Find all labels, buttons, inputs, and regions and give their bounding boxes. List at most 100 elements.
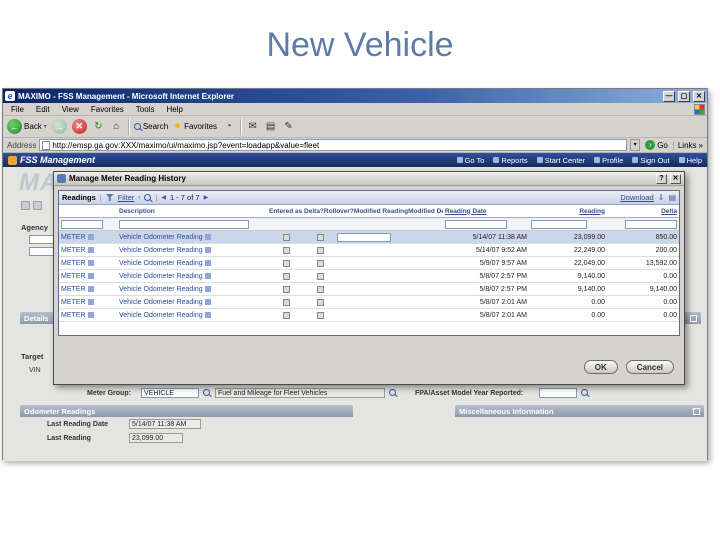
filter-link[interactable]: Filter (118, 193, 135, 202)
entered-as-delta-checkbox[interactable] (282, 233, 290, 241)
maximize-button[interactable]: ▢ (678, 90, 690, 102)
description-link[interactable]: Vehicle Odometer Reading (119, 312, 203, 319)
back-button[interactable]: ← Back ▾ (7, 119, 47, 134)
minimize-button[interactable]: — (663, 90, 675, 102)
search-button[interactable]: Search (133, 122, 168, 131)
rollover-checkbox[interactable] (316, 298, 324, 306)
table-row[interactable]: METER Vehicle Odometer Reading 5/9/07 9:… (59, 257, 679, 270)
agency-field[interactable] (29, 235, 55, 244)
rollover-checkbox[interactable] (316, 246, 324, 254)
description-link[interactable]: Vehicle Odometer Reading (119, 299, 203, 306)
ok-button[interactable]: OK (583, 360, 618, 374)
meter-link[interactable]: METER (61, 260, 86, 267)
address-input[interactable] (52, 140, 625, 150)
agency-field-2[interactable] (29, 247, 55, 256)
meter-link[interactable]: METER (61, 273, 86, 280)
history-button[interactable]: ◔ (222, 120, 235, 133)
reports-link[interactable]: Reports (493, 156, 528, 165)
detail-menu-icon[interactable] (87, 312, 94, 318)
description-filter-input[interactable] (119, 219, 249, 229)
table-row[interactable]: METER Vehicle Odometer Reading 5/8/07 2:… (59, 309, 679, 322)
detail-menu-icon[interactable] (87, 286, 94, 292)
detail-menu-icon[interactable] (87, 247, 94, 253)
rollover-checkbox[interactable] (316, 311, 324, 319)
help-link[interactable]: Help (678, 156, 702, 165)
model-year-lookup-icon[interactable] (581, 389, 588, 396)
collapse-icon[interactable] (693, 407, 700, 415)
print-icon[interactable]: ▤ (668, 193, 676, 202)
rollover-checkbox[interactable] (316, 272, 324, 280)
edit-button[interactable]: ✎ (282, 120, 295, 133)
reading-column-header[interactable]: Reading (529, 208, 607, 215)
modified-reading-input[interactable] (337, 232, 391, 242)
rollover-checkbox[interactable] (316, 233, 324, 241)
reading-filter-input[interactable] (531, 219, 587, 229)
description-link[interactable]: Vehicle Odometer Reading (119, 273, 203, 280)
print-button[interactable]: ▤ (264, 120, 277, 133)
odometer-readings-section-bar[interactable]: Odometer Readings (20, 405, 353, 417)
description-link[interactable]: Vehicle Odometer Reading (119, 247, 203, 254)
detail-menu-icon[interactable] (87, 273, 94, 279)
address-dropdown-icon[interactable]: ▾ (630, 139, 641, 151)
menu-view[interactable]: View (56, 105, 85, 114)
dialog-help-button[interactable]: ? (656, 173, 667, 184)
description-link[interactable]: Vehicle Odometer Reading (119, 234, 203, 241)
menu-favorites[interactable]: Favorites (85, 105, 130, 114)
detail-menu-icon[interactable] (87, 260, 94, 266)
entered-as-delta-checkbox[interactable] (282, 285, 290, 293)
meter-group-field[interactable]: VEHICLE (141, 388, 199, 398)
detail-menu-icon[interactable] (204, 273, 211, 279)
stop-button[interactable]: ✕ (71, 119, 87, 134)
next-page-icon[interactable]: ▶ (204, 194, 209, 201)
menu-tools[interactable]: Tools (130, 105, 161, 114)
start-center-link[interactable]: Start Center (536, 156, 585, 165)
detail-menu-icon[interactable] (204, 260, 211, 266)
menu-file[interactable]: File (5, 105, 30, 114)
previous-page-icon[interactable]: ◀ (161, 194, 166, 201)
signout-link[interactable]: Sign Out (632, 156, 670, 165)
forward-button[interactable]: → (51, 119, 67, 134)
refresh-button[interactable]: ↻ (92, 120, 105, 133)
filter-search-icon[interactable] (144, 194, 152, 201)
meter-link[interactable]: METER (61, 312, 86, 319)
table-row[interactable]: METER Vehicle Odometer Reading 5/8/07 2:… (59, 296, 679, 309)
cancel-button[interactable]: Cancel (625, 360, 674, 374)
links-button[interactable]: Links » (672, 140, 703, 150)
go-button[interactable]: › Go (643, 140, 670, 150)
entered-as-delta-checkbox[interactable] (282, 298, 290, 306)
mail-button[interactable]: ✉ (246, 120, 259, 133)
meter-link[interactable]: METER (61, 286, 86, 293)
collapse-icon[interactable] (690, 314, 697, 322)
filter-funnel-icon[interactable] (105, 194, 114, 201)
close-button[interactable]: ✕ (693, 90, 705, 102)
modified-delta-header[interactable]: Modified Delta (408, 208, 443, 215)
table-row[interactable]: METER Vehicle Odometer Reading 5/14/07 9… (59, 244, 679, 257)
rollover-checkbox[interactable] (316, 285, 324, 293)
description-column-header[interactable]: Description (117, 208, 267, 215)
menu-edit[interactable]: Edit (30, 105, 56, 114)
description-link[interactable]: Vehicle Odometer Reading (119, 286, 203, 293)
table-row[interactable]: METER Vehicle Odometer Reading 5/8/07 2:… (59, 270, 679, 283)
meter-link[interactable]: METER (61, 299, 86, 306)
table-row[interactable]: METER Vehicle Odometer Reading 5/14/07 1… (59, 231, 679, 244)
dialog-close-button[interactable]: ✕ (670, 173, 681, 184)
meter-filter-input[interactable] (61, 219, 103, 229)
rollover-header[interactable]: Rollover? (324, 208, 354, 215)
detail-menu-icon[interactable] (204, 312, 211, 318)
detail-menu-icon[interactable] (204, 234, 211, 240)
delta-filter-input[interactable] (625, 219, 677, 229)
home-button[interactable]: ⌂ (110, 120, 123, 133)
detail-menu-icon[interactable] (204, 247, 211, 253)
toolbar-icon[interactable] (21, 201, 30, 210)
reading-date-column-header[interactable]: Reading Date (443, 208, 529, 215)
detail-menu-icon[interactable] (204, 286, 211, 292)
reading-date-filter-input[interactable] (445, 219, 507, 229)
menu-help[interactable]: Help (160, 105, 188, 114)
meter-link[interactable]: METER (61, 234, 86, 241)
entered-as-delta-header[interactable]: Entered as Delta? (269, 208, 324, 215)
toolbar-icon[interactable] (33, 201, 42, 210)
delta-column-header[interactable]: Delta (607, 208, 679, 215)
entered-as-delta-checkbox[interactable] (282, 311, 290, 319)
detail-menu-icon[interactable] (204, 299, 211, 305)
modified-reading-header[interactable]: Modified Reading (354, 208, 408, 215)
